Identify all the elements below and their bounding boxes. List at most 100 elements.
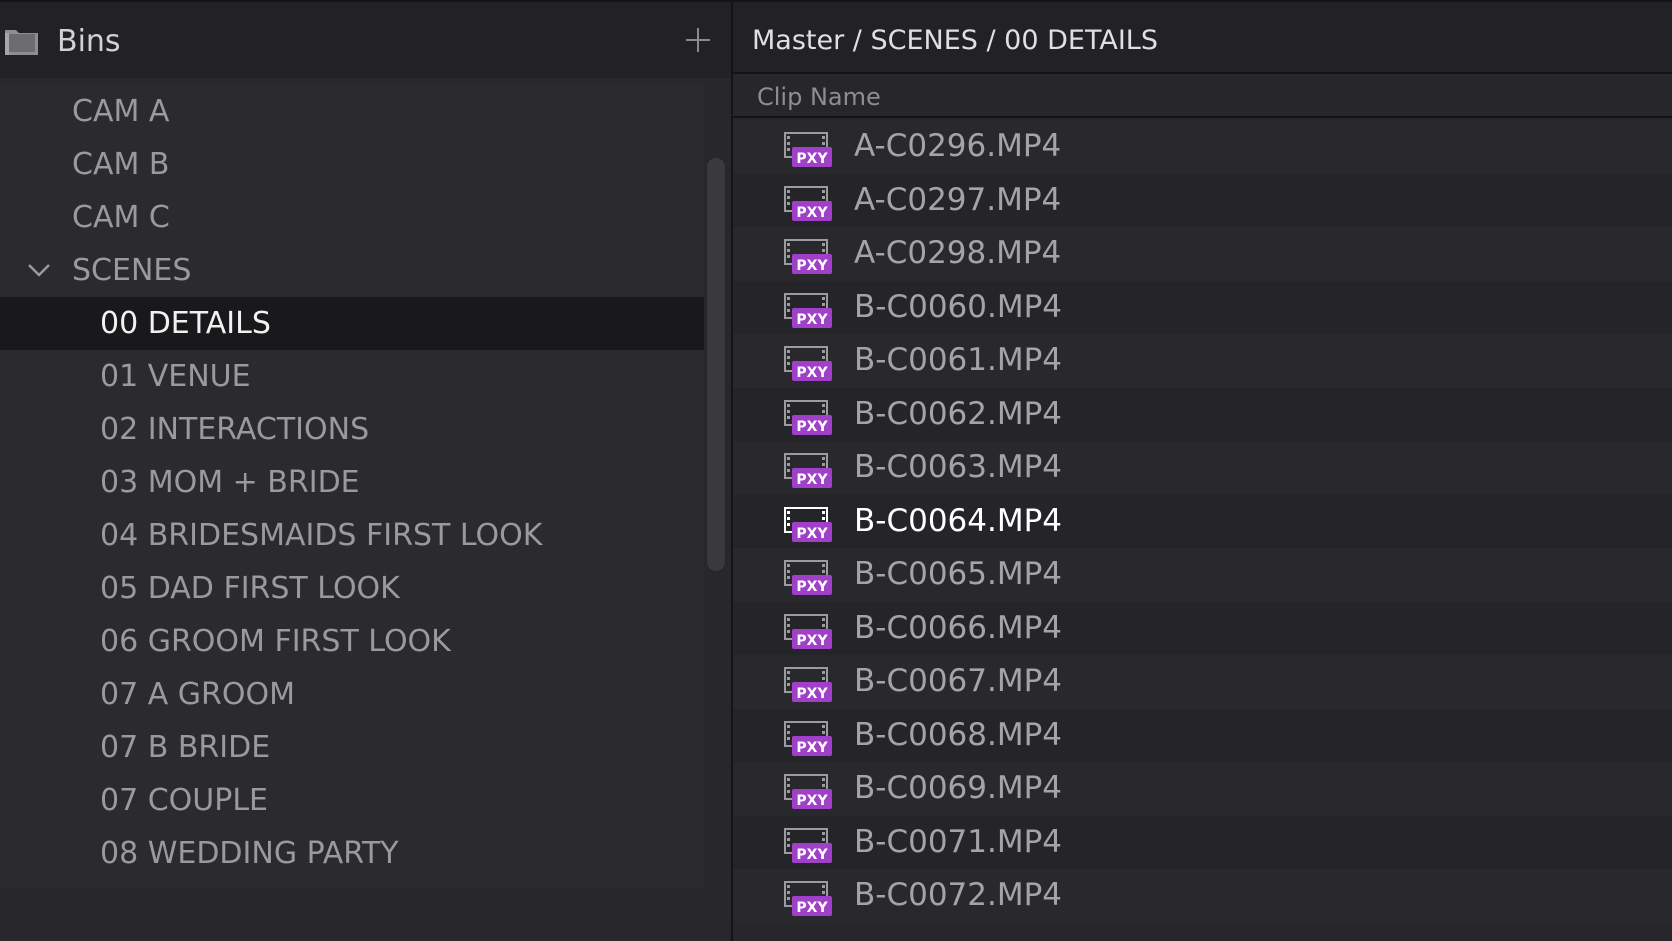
bin-item[interactable]: 07 A GROOM — [0, 668, 704, 721]
proxy-badge-label: PXY — [796, 793, 828, 809]
clip-row[interactable]: PXY B-C0062.MP4 — [733, 387, 1672, 441]
clip-row[interactable]: PXY B-C0066.MP4 — [733, 601, 1672, 655]
proxy-clip-icon: PXY — [784, 560, 832, 595]
clip-list: PXY A-C0296.MP4 PXY A-C0297.MP4 PXY A-C0298.M… — [733, 120, 1672, 941]
bin-item-label: 01 VENUE — [100, 359, 251, 394]
clip-row[interactable]: PXY B-C0061.MP4 — [733, 334, 1672, 388]
bin-tree: CAM A CAM B CAM C SCENES 00 DETAILS 01 VENUE 0… — [0, 85, 704, 888]
proxy-badge-label: PXY — [796, 740, 828, 756]
clip-name: B-C0065.MP4 — [854, 556, 1063, 592]
folder-icon — [5, 30, 38, 55]
clip-name: A-C0296.MP4 — [854, 128, 1062, 164]
proxy-clip-icon: PXY — [784, 506, 832, 542]
proxy-badge-label: PXY — [796, 847, 828, 863]
bins-title: Bins — [57, 24, 121, 59]
proxy-clip-icon: PXY — [784, 185, 832, 221]
bin-item[interactable]: CAM A — [0, 85, 704, 138]
bin-item-label: 03 MOM + BRIDE — [100, 465, 360, 500]
bin-item-label: 06 GROOM FIRST LOOK — [100, 624, 451, 659]
clip-row[interactable]: PXY B-C0064.MP4 — [733, 494, 1672, 548]
proxy-badge-label: PXY — [796, 900, 828, 916]
clips-header: Master / SCENES / 00 DETAILS — [733, 0, 1672, 74]
bin-item[interactable]: 08 WEDDING PARTY — [0, 827, 704, 880]
proxy-badge-label: PXY — [796, 686, 828, 702]
bin-item-label: CAM A — [72, 94, 170, 129]
clip-name: B-C0069.MP4 — [854, 770, 1063, 806]
clip-row[interactable]: PXY B-C0060.MP4 — [733, 280, 1672, 334]
clip-name: A-C0297.MP4 — [854, 181, 1062, 218]
bin-item[interactable]: 05 DAD FIRST LOOK — [0, 562, 704, 615]
bin-item-label: CAM B — [72, 147, 170, 182]
proxy-badge-label: PXY — [796, 205, 828, 221]
proxy-clip-icon: PXY — [784, 453, 832, 488]
proxy-badge-label: PXY — [796, 151, 828, 167]
bins-scrollbar[interactable] — [707, 158, 725, 571]
proxy-clip-icon: PXY — [784, 239, 832, 274]
bin-item-label: 07 COUPLE — [100, 783, 268, 818]
clip-name: B-C0072.MP4 — [854, 877, 1063, 913]
bin-item-label: 08 WEDDING PARTY — [100, 836, 399, 871]
proxy-clip-icon: PXY — [784, 774, 832, 809]
clip-row[interactable]: PXY B-C0067.MP4 — [733, 655, 1672, 709]
clip-row[interactable]: PXY B-C0065.MP4 — [733, 548, 1672, 602]
clip-row[interactable]: PXY B-C0072.MP4 — [733, 869, 1672, 923]
breadcrumb[interactable]: Master / SCENES / 00 DETAILS — [752, 21, 1158, 61]
proxy-badge-label: PXY — [796, 258, 828, 274]
proxy-clip-icon: PXY — [784, 292, 832, 328]
bin-item-label: SCENES — [72, 253, 192, 288]
clip-name: B-C0071.MP4 — [854, 823, 1063, 860]
clip-row[interactable]: PXY A-C0298.MP4 — [733, 227, 1672, 281]
bin-item[interactable]: SCENES — [0, 244, 704, 297]
proxy-clip-icon: PXY — [784, 132, 832, 167]
clip-name: A-C0298.MP4 — [854, 235, 1062, 271]
bin-item-label: CAM C — [72, 200, 170, 235]
bin-item-label: 07 B BRIDE — [100, 730, 271, 765]
bin-item[interactable]: 07 B BRIDE — [0, 721, 704, 774]
bin-item[interactable]: 03 MOM + BRIDE — [0, 456, 704, 509]
proxy-clip-icon: PXY — [784, 613, 832, 649]
column-header-clip-name[interactable]: Clip Name — [757, 80, 881, 114]
bin-item[interactable]: CAM C — [0, 191, 704, 244]
bins-header: Bins — [0, 0, 731, 78]
bin-item[interactable]: 00 DETAILS — [0, 297, 704, 350]
clip-name: B-C0060.MP4 — [854, 288, 1063, 325]
proxy-clip-icon: PXY — [784, 827, 832, 863]
clip-row[interactable]: PXY B-C0063.MP4 — [733, 441, 1672, 495]
clip-row[interactable]: PXY B-C0068.MP4 — [733, 708, 1672, 762]
proxy-badge-label: PXY — [796, 472, 828, 488]
proxy-badge-label: PXY — [796, 526, 828, 542]
proxy-badge-label: PXY — [796, 312, 828, 328]
bin-item-label: 07 A GROOM — [100, 677, 295, 712]
clip-row[interactable]: PXY B-C0069.MP4 — [733, 762, 1672, 816]
clip-name: B-C0062.MP4 — [854, 395, 1063, 432]
bins-panel: Bins CAM A CAM B CAM C SCENES 00 DETAILS 01 V… — [0, 0, 731, 941]
bin-item[interactable]: CAM B — [0, 138, 704, 191]
clip-name: B-C0067.MP4 — [854, 663, 1063, 699]
proxy-clip-icon: PXY — [784, 346, 832, 381]
add-bin-button[interactable] — [684, 26, 712, 54]
proxy-clip-icon: PXY — [784, 881, 832, 916]
proxy-clip-icon: PXY — [784, 667, 832, 702]
proxy-badge-label: PXY — [796, 633, 828, 649]
proxy-badge-label: PXY — [796, 579, 828, 595]
clip-row[interactable]: PXY A-C0296.MP4 — [733, 120, 1672, 174]
bin-item-label: 04 BRIDESMAIDS FIRST LOOK — [100, 518, 543, 553]
bin-item-label: 00 DETAILS — [100, 306, 271, 341]
clip-row[interactable]: PXY B-C0071.MP4 — [733, 815, 1672, 869]
bin-item[interactable]: 07 COUPLE — [0, 774, 704, 827]
proxy-clip-icon: PXY — [784, 720, 832, 756]
proxy-badge-label: PXY — [796, 419, 828, 435]
bin-item[interactable]: 01 VENUE — [0, 350, 704, 403]
bin-item[interactable]: 02 INTERACTIONS — [0, 403, 704, 456]
column-header: Clip Name — [733, 76, 1672, 118]
chevron-down-icon[interactable] — [26, 260, 52, 280]
clip-name: B-C0066.MP4 — [854, 609, 1063, 646]
clips-panel: Master / SCENES / 00 DETAILS Clip Name P… — [733, 0, 1672, 941]
bin-item[interactable]: 04 BRIDESMAIDS FIRST LOOK — [0, 509, 704, 562]
clip-row[interactable]: PXY A-C0297.MP4 — [733, 173, 1672, 227]
bin-item-label: 02 INTERACTIONS — [100, 412, 370, 447]
clip-name: B-C0061.MP4 — [854, 342, 1063, 378]
proxy-clip-icon: PXY — [784, 399, 832, 435]
bin-item[interactable]: 06 GROOM FIRST LOOK — [0, 615, 704, 668]
bin-item-label: 05 DAD FIRST LOOK — [100, 571, 400, 606]
